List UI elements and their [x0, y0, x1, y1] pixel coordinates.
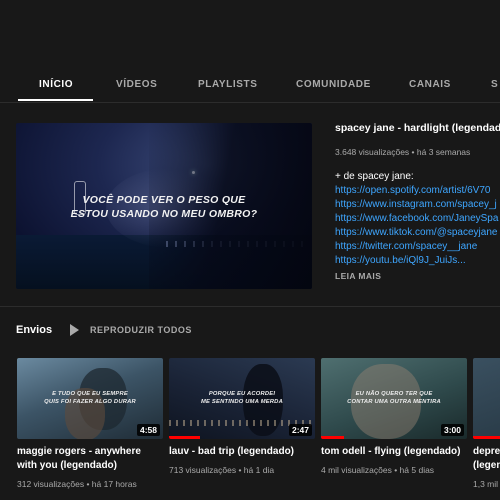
video-thumbnail[interactable]	[473, 358, 500, 439]
video-title[interactable]: tom odell - flying (legendado)	[321, 445, 467, 459]
video-card[interactable]: PORQUE EU ACORDEI ME SENTINDO UMA MERDA …	[169, 358, 315, 500]
video-title[interactable]: lauv - bad trip (legendado)	[169, 445, 315, 459]
thumbnail-caption: PORQUE EU ACORDEI ME SENTINDO UMA MERDA	[201, 391, 283, 405]
tab-sobre[interactable]: S	[491, 79, 498, 90]
video-title[interactable]: depres (legen	[473, 445, 500, 473]
uploads-title[interactable]: Envios	[16, 324, 52, 336]
featured-video-title[interactable]: spacey jane - hardlight (legendado)	[335, 122, 500, 134]
duration-badge: 4:58	[136, 424, 160, 436]
duration-badge: 2:47	[288, 424, 312, 436]
play-icon	[70, 324, 79, 336]
thumbnail-caption: EU NÃO QUERO TER QUE CONTAR UMA OUTRA ME…	[347, 391, 441, 405]
tab-canais[interactable]: CANAIS	[409, 79, 451, 90]
tabs-divider	[0, 102, 500, 103]
channel-header-bar	[0, 0, 500, 66]
video-meta: 4 mil visualizações • há 5 dias	[321, 465, 435, 475]
tab-videos[interactable]: VÍDEOS	[116, 79, 157, 90]
thumbnail-caption: E TUDO QUE EU SEMPRE QUIS FOI FAZER ALGO…	[44, 391, 136, 405]
duration-badge: 3:00	[440, 424, 464, 436]
watch-progress-bar	[473, 436, 500, 439]
play-all-label: REPRODUZIR TODOS	[90, 325, 192, 335]
watch-progress-bar	[169, 436, 200, 439]
featured-video-thumbnail[interactable]: VOCÊ PODE VER O PESO QUE ESTOU USANDO NO…	[16, 123, 312, 289]
featured-caption: VOCÊ PODE VER O PESO QUE ESTOU USANDO NO…	[70, 194, 258, 220]
tab-comunidade[interactable]: COMUNIDADE	[296, 79, 371, 90]
video-title[interactable]: maggie rogers - anywhere with you (legen…	[17, 445, 163, 473]
description-link-tiktok[interactable]: https://www.tiktok.com/@spaceyjane	[335, 227, 497, 238]
video-meta: 713 visualizações • há 1 dia	[169, 465, 275, 475]
video-thumbnail[interactable]: PORQUE EU ACORDEI ME SENTINDO UMA MERDA …	[169, 358, 315, 439]
active-tab-indicator	[18, 99, 93, 101]
channel-tabs: INÍCIO VÍDEOS PLAYLISTS COMUNIDADE CANAI…	[0, 66, 500, 102]
description-link-youtube[interactable]: https://youtu.be/iQl9J_JuiJs...	[335, 255, 466, 266]
video-thumbnail[interactable]: EU NÃO QUERO TER QUE CONTAR UMA OUTRA ME…	[321, 358, 467, 439]
featured-description: + de spacey jane:	[335, 171, 414, 182]
description-link-spotify[interactable]: https://open.spotify.com/artist/6V70	[335, 185, 490, 196]
tab-playlists[interactable]: PLAYLISTS	[198, 79, 258, 90]
video-card[interactable]: EU NÃO QUERO TER QUE CONTAR UMA OUTRA ME…	[321, 358, 467, 500]
description-link-instagram[interactable]: https://www.instagram.com/spacey_j	[335, 199, 497, 210]
video-thumbnail[interactable]: E TUDO QUE EU SEMPRE QUIS FOI FAZER ALGO…	[17, 358, 163, 439]
read-more-button[interactable]: LEIA MAIS	[335, 271, 381, 281]
description-link-facebook[interactable]: https://www.facebook.com/JaneySpa	[335, 213, 498, 224]
featured-video-meta: 3.648 visualizações • há 3 semanas	[335, 147, 471, 157]
tab-inicio[interactable]: INÍCIO	[39, 79, 73, 90]
video-card[interactable]: depres (legen 1,3 mil	[473, 358, 500, 500]
watch-progress-bar	[321, 436, 345, 439]
video-meta: 1,3 mil	[473, 479, 499, 489]
video-meta: 312 visualizações • há 17 horas	[17, 479, 137, 489]
video-card[interactable]: E TUDO QUE EU SEMPRE QUIS FOI FAZER ALGO…	[17, 358, 163, 500]
section-divider	[0, 306, 500, 307]
description-link-twitter[interactable]: https://twitter.com/spacey__jane	[335, 241, 477, 252]
